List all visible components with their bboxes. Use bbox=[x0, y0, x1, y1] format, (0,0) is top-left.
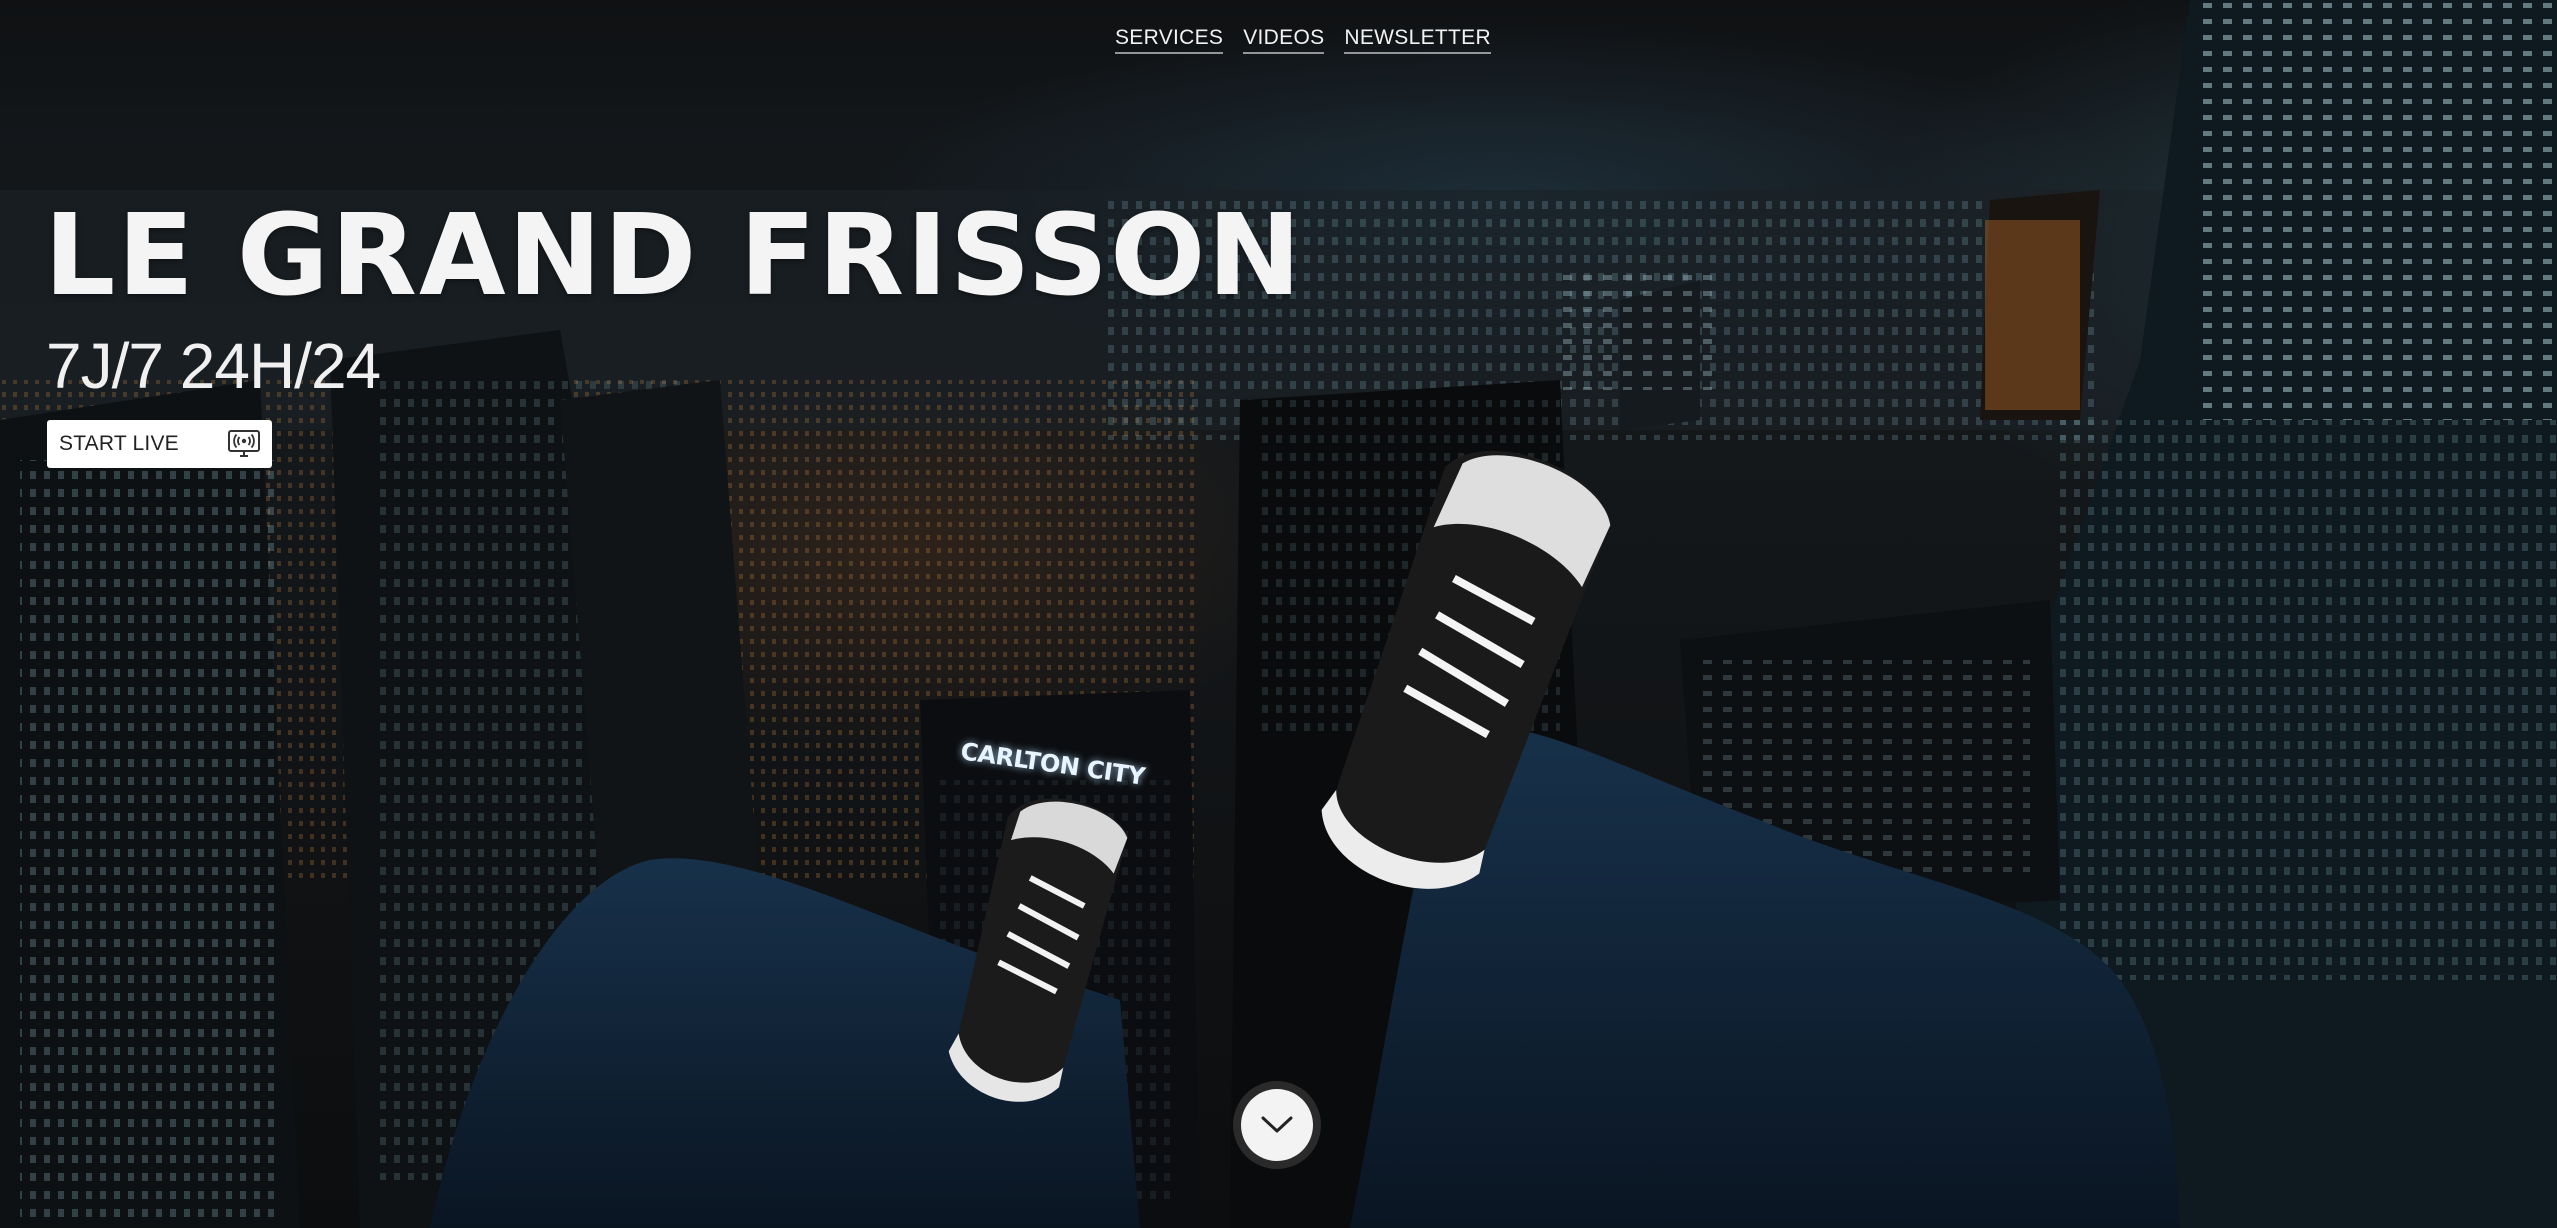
start-live-label: START LIVE bbox=[59, 432, 179, 455]
nav-link-newsletter[interactable]: NEWSLETTER bbox=[1344, 26, 1491, 54]
scroll-down-ring bbox=[1233, 1081, 1321, 1169]
hero-section: CARLTON CITY SERVICES VIDEOS NEWSLETTER … bbox=[0, 0, 2557, 1228]
scroll-down-button[interactable] bbox=[1241, 1089, 1313, 1161]
hero-title: LE GRAND FRISSON bbox=[44, 191, 1304, 321]
hero-background-image bbox=[0, 0, 2557, 1228]
chevron-down-icon bbox=[1261, 1116, 1293, 1133]
nav-link-videos[interactable]: VIDEOS bbox=[1243, 26, 1325, 54]
nav-link-services[interactable]: SERVICES bbox=[1115, 26, 1224, 54]
hero-subtitle: 7J/7 24H/24 bbox=[46, 330, 381, 402]
start-live-button[interactable]: START LIVE bbox=[47, 420, 272, 468]
top-navigation: SERVICES VIDEOS NEWSLETTER bbox=[1115, 26, 1491, 54]
live-broadcast-icon bbox=[228, 430, 260, 457]
